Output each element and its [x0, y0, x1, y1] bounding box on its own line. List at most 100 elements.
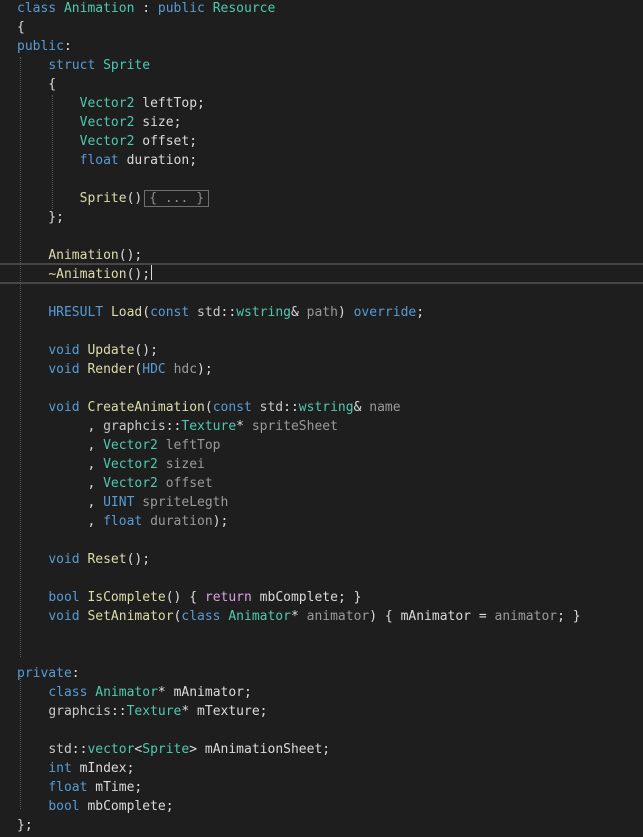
- code-token: ; }: [337, 590, 362, 605]
- code-line[interactable]: float mTime;: [0, 778, 643, 797]
- code-line[interactable]: , float duration);: [0, 512, 643, 531]
- code-line[interactable]: ~Animation();: [0, 265, 643, 284]
- code-token: float: [48, 780, 88, 795]
- code-line[interactable]: Vector2 leftTop;: [0, 94, 643, 113]
- code-line[interactable]: [0, 626, 643, 645]
- code-line[interactable]: [0, 721, 643, 740]
- code-token: name: [369, 400, 401, 415]
- code-token: Vector2: [103, 438, 158, 453]
- code-token: UINT: [103, 495, 135, 510]
- code-token: public: [17, 39, 64, 54]
- code-editor[interactable]: class Animation : public Resource {public…: [0, 0, 643, 837]
- code-line[interactable]: bool IsComplete() { return mbComplete; }: [0, 588, 643, 607]
- code-token: void: [48, 609, 80, 624]
- code-token: const: [212, 400, 252, 415]
- code-token: std: [197, 305, 221, 320]
- code-token: Sprite: [79, 191, 127, 206]
- code-token: ::: [165, 419, 182, 434]
- code-token: mTexture: [197, 704, 260, 719]
- code-line[interactable]: , Vector2 leftTop: [0, 436, 643, 455]
- code-line[interactable]: class Animator* mAnimator;: [0, 683, 643, 702]
- code-token: ;: [244, 685, 252, 700]
- code-token: Render: [87, 362, 135, 377]
- code-line[interactable]: void Update();: [0, 341, 643, 360]
- code-token: offset: [165, 476, 213, 491]
- code-token: mAnimationSheet: [204, 742, 323, 757]
- code-token: *: [157, 685, 174, 700]
- code-line[interactable]: , Vector2 sizei: [0, 455, 643, 474]
- code-line[interactable]: [0, 645, 643, 664]
- collapsed-region-marker[interactable]: { ... }: [144, 190, 210, 207]
- code-line[interactable]: , graphcis::Texture* spriteSheet: [0, 417, 643, 436]
- code-line[interactable]: class Animation : public Resource: [0, 0, 643, 18]
- code-line[interactable]: struct Sprite: [0, 56, 643, 75]
- code-line[interactable]: void CreateAnimation(const std::wstring&…: [0, 398, 643, 417]
- code-token: leftTop: [165, 438, 221, 453]
- code-line[interactable]: [0, 227, 643, 246]
- code-line[interactable]: [0, 322, 643, 341]
- code-token: std: [48, 742, 72, 757]
- code-line[interactable]: [0, 170, 643, 189]
- code-line[interactable]: Animation();: [0, 246, 643, 265]
- code-token: wstring: [236, 305, 291, 320]
- code-token: ;: [189, 153, 198, 168]
- code-token: ();: [118, 248, 143, 263]
- code-line[interactable]: HRESULT Load(const std::wstring& path) o…: [0, 303, 643, 322]
- code-token: mbComplete: [87, 799, 166, 814]
- code-line[interactable]: {: [0, 18, 643, 37]
- code-line[interactable]: [0, 379, 643, 398]
- code-token: float: [79, 153, 119, 168]
- code-token: void: [48, 362, 80, 377]
- code-line[interactable]: bool mbComplete;: [0, 797, 643, 816]
- code-token: Vector2: [103, 476, 158, 491]
- code-token: float: [103, 514, 143, 529]
- code-token: ();: [134, 343, 158, 358]
- code-token: void: [48, 552, 80, 567]
- code-line[interactable]: float duration;: [0, 151, 643, 170]
- code-token: >: [189, 742, 205, 757]
- code-line[interactable]: [0, 531, 643, 550]
- code-token: vector: [87, 742, 135, 757]
- code-token: ;: [189, 134, 198, 149]
- code-line[interactable]: };: [0, 816, 643, 835]
- code-line[interactable]: std::vector<Sprite> mAnimationSheet;: [0, 740, 643, 759]
- code-line[interactable]: int mIndex;: [0, 759, 643, 778]
- code-line[interactable]: void Reset();: [0, 550, 643, 569]
- code-token: Vector2: [79, 134, 135, 149]
- code-line[interactable]: public:: [0, 37, 643, 56]
- code-line[interactable]: , Vector2 offset: [0, 474, 643, 493]
- code-line[interactable]: void Render(HDC hdc);: [0, 360, 643, 379]
- code-token: ::: [110, 704, 127, 719]
- code-token: leftTop: [142, 96, 198, 111]
- code-line[interactable]: , UINT spriteLegth: [0, 493, 643, 512]
- code-line[interactable]: graphcis::Texture* mTexture;: [0, 702, 643, 721]
- code-token: void: [48, 400, 80, 415]
- code-line[interactable]: };: [0, 208, 643, 227]
- code-line[interactable]: private:: [0, 664, 643, 683]
- code-token: (: [142, 305, 151, 320]
- code-token: class: [17, 1, 57, 16]
- code-line[interactable]: Vector2 offset;: [0, 132, 643, 151]
- code-token: );: [212, 514, 229, 529]
- code-token: mIndex: [79, 761, 127, 776]
- code-token: Resource: [212, 1, 276, 16]
- code-line[interactable]: Vector2 size;: [0, 113, 643, 132]
- code-line[interactable]: {: [0, 75, 643, 94]
- code-token: ::: [220, 305, 237, 320]
- code-line[interactable]: Sprite(){ ... }: [0, 189, 643, 208]
- code-line[interactable]: [0, 284, 643, 303]
- code-line[interactable]: [0, 569, 643, 588]
- code-line[interactable]: void SetAnimator(class Animator* animato…: [0, 607, 643, 626]
- code-token: mAnimator: [173, 685, 245, 700]
- code-token: Sprite: [142, 742, 190, 757]
